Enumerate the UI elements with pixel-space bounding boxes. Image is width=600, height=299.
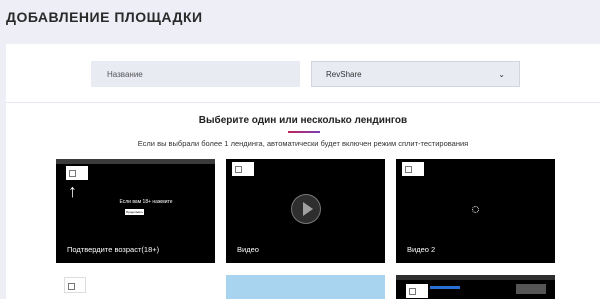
landing-card-label: Видео 2: [407, 245, 436, 254]
preview-popup: [406, 284, 428, 298]
preview-browser-bar: [56, 159, 215, 164]
preview-popup: [64, 277, 86, 293]
landing-card-video[interactable]: Видео: [226, 159, 385, 263]
preview-popup: [232, 162, 254, 176]
age-continue-button: Продолжить: [125, 209, 144, 215]
preview-popup: [402, 162, 424, 176]
landing-card-age-verify[interactable]: ↑ Если вам 18+ нажмите Продолжить Подтве…: [56, 159, 215, 263]
heading-underline: [288, 131, 320, 133]
play-icon: [291, 194, 321, 224]
preview-popup: [66, 166, 88, 180]
checkbox-icon: [68, 283, 75, 290]
arrow-up-icon: ↑: [68, 181, 77, 201]
landing-card-row2-3[interactable]: [396, 275, 555, 299]
payment-model-select[interactable]: RevShare ⌄: [311, 61, 520, 87]
chevron-down-icon: ⌄: [498, 69, 505, 79]
age-prompt-text: Если вам 18+ нажмите: [119, 199, 173, 205]
landing-card-row2-2[interactable]: [226, 275, 385, 299]
landing-card-row2-1[interactable]: [56, 275, 215, 299]
landings-heading: Выберите один или несколько лендингов: [198, 115, 408, 126]
landing-card-label: Подтвердите возраст(18+): [67, 245, 160, 254]
checkbox-icon: [69, 170, 76, 177]
add-site-panel: RevShare ⌄ Выберите один или несколько л…: [6, 44, 600, 299]
page-title: ДОБАВЛЕНИЕ ПЛОЩАДКИ: [6, 9, 203, 25]
checkbox-icon: [409, 288, 416, 295]
checkbox-icon: [405, 166, 412, 173]
split-test-hint: Если вы выбрали более 1 лендинга, автома…: [137, 139, 469, 148]
checkbox-icon: [235, 166, 242, 173]
preview-block: [516, 284, 546, 294]
loading-spinner-icon: [472, 206, 479, 213]
payment-model-value: RevShare: [326, 69, 362, 79]
preview-link: [430, 286, 460, 289]
preview-browser-bar: [396, 275, 555, 280]
landing-card-label: Видео: [237, 245, 259, 254]
landing-card-video-2[interactable]: Видео 2: [396, 159, 555, 263]
site-name-input[interactable]: [91, 61, 300, 87]
section-divider: [6, 102, 600, 103]
